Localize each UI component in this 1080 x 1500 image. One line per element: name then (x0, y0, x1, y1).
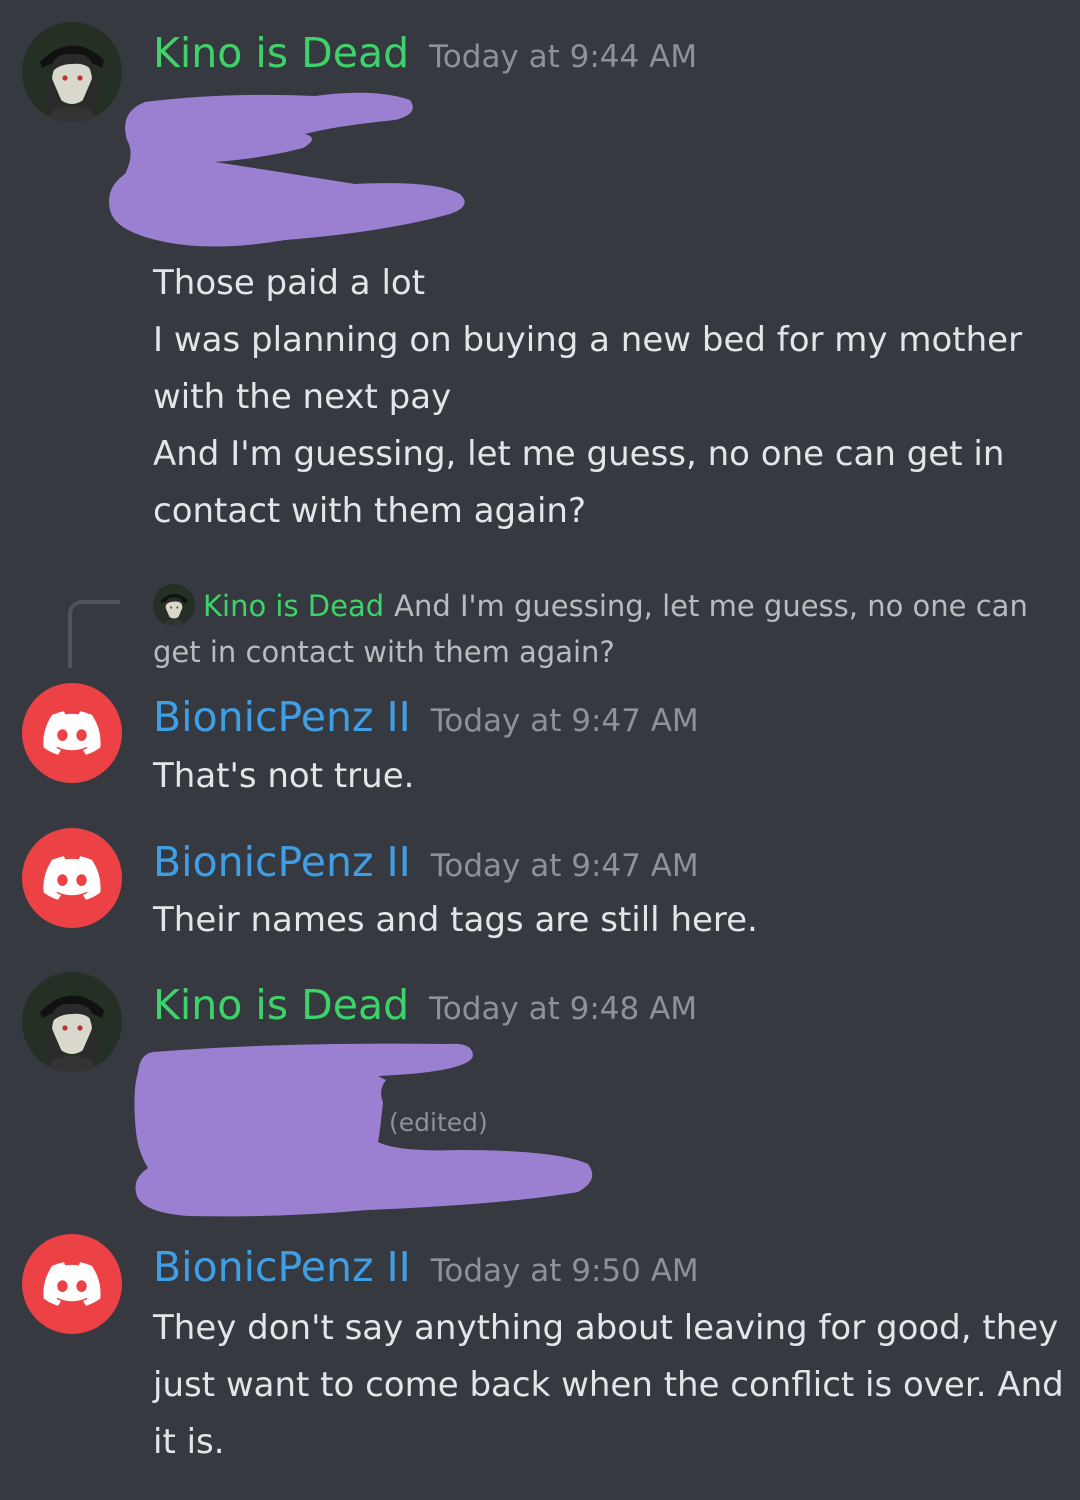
message-line: They don't say anything about leaving fo… (153, 1308, 1059, 1348)
redaction-scribble (109, 92, 465, 247)
reply-connector (68, 600, 120, 668)
user-avatar-kino[interactable] (22, 972, 122, 1072)
username[interactable]: Kino is Dead (153, 985, 409, 1026)
message-line: I was planning on buying a new bed for m… (153, 320, 1023, 360)
message-body: Those paid a lot I was planning on buyin… (153, 255, 1053, 540)
timestamp: Today at 9:44 AM (429, 39, 698, 75)
discord-logo-icon (43, 1262, 101, 1306)
username[interactable]: BionicPenz II (153, 1247, 411, 1288)
message-header: BionicPenz II Today at 9:47 AM (153, 697, 699, 740)
redaction-scribble (134, 1043, 593, 1217)
anime-character-avatar-icon (22, 972, 122, 1072)
timestamp: Today at 9:47 AM (430, 848, 699, 884)
message-body: Their names and tags are still here. (153, 892, 1053, 949)
message-line: with the next pay (153, 377, 452, 417)
message-body: They don't say anything about leaving fo… (153, 1300, 1064, 1471)
message-header: Kino is Dead Today at 9:44 AM (153, 33, 698, 76)
message-header: BionicPenz II Today at 9:47 AM (153, 842, 699, 885)
timestamp: Today at 9:48 AM (429, 991, 698, 1027)
reply-reference[interactable]: Kino is Dead And I'm guessing, let me gue… (153, 583, 1043, 675)
timestamp: Today at 9:47 AM (430, 703, 699, 739)
edited-indicator: (edited) (389, 1108, 488, 1137)
message-header: BionicPenz II Today at 9:50 AM (153, 1247, 699, 1290)
anime-character-avatar-icon (153, 584, 195, 626)
timestamp: Today at 9:50 AM (430, 1253, 699, 1289)
username[interactable]: BionicPenz II (153, 842, 411, 883)
message-line: Their names and tags are still here. (153, 900, 758, 940)
reply-avatar (153, 584, 195, 626)
message-line: And I'm guessing, let me guess, no one c… (153, 434, 1005, 474)
username[interactable]: BionicPenz II (153, 697, 411, 738)
user-avatar-bionic[interactable] (22, 1234, 122, 1334)
username[interactable]: Kino is Dead (153, 33, 409, 74)
message-header: Kino is Dead Today at 9:48 AM (153, 985, 698, 1028)
message-line: it is. (153, 1422, 225, 1462)
user-avatar-bionic[interactable] (22, 828, 122, 928)
message-line: That's not true. (153, 756, 415, 796)
discord-logo-icon (43, 711, 101, 755)
message-line: Those paid a lot (153, 263, 426, 303)
reply-username[interactable]: Kino is Dead (203, 589, 384, 623)
discord-logo-icon (43, 856, 101, 900)
message-body: That's not true. (153, 748, 1053, 805)
message-line: just want to come back when the conflict… (153, 1365, 1064, 1405)
message-line: contact with them again? (153, 491, 587, 531)
user-avatar-bionic[interactable] (22, 683, 122, 783)
